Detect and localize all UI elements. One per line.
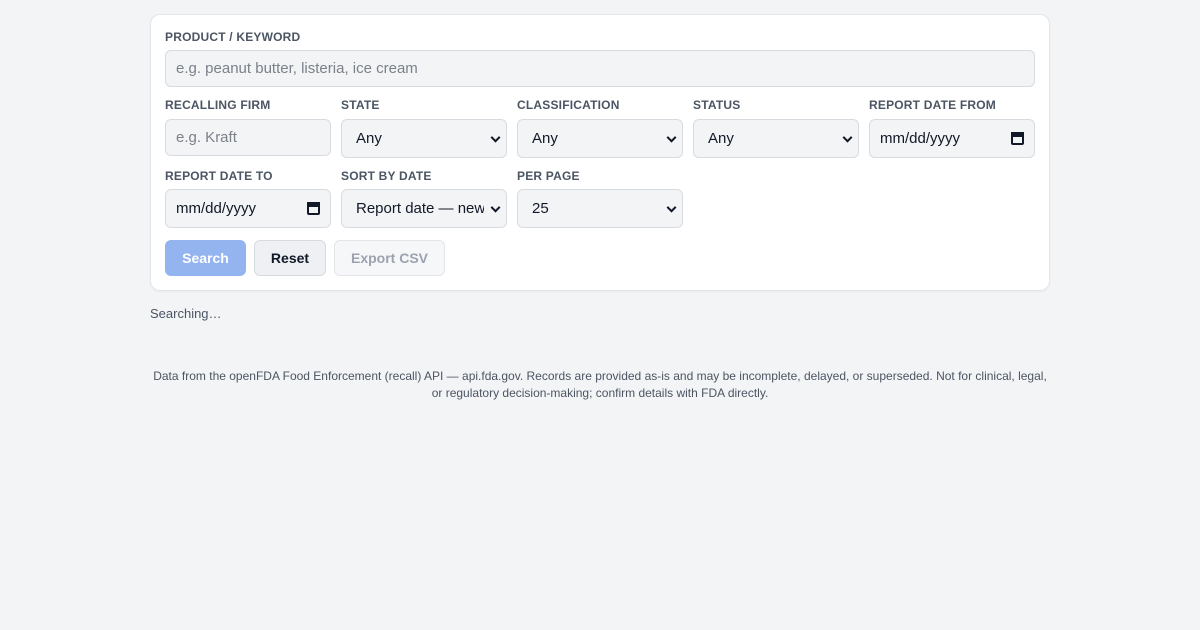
chevron-down-icon — [666, 132, 677, 143]
data-disclaimer: Data from the openFDA Food Enforcement (… — [153, 369, 1047, 400]
status-select[interactable]: Any — [693, 119, 859, 158]
reset-button[interactable]: Reset — [254, 240, 326, 276]
per-page-label: PER PAGE — [517, 169, 580, 183]
classification-label: CLASSIFICATION — [517, 98, 620, 112]
status-select-value: Any — [708, 130, 734, 147]
sort-select[interactable]: Report date — newest first — [341, 189, 507, 228]
date-from-input[interactable]: mm/dd/yyyy — [869, 119, 1035, 158]
sort-select-value: Report date — newest first — [356, 200, 484, 217]
state-select[interactable]: Any — [341, 119, 507, 158]
sort-label: SORT BY DATE — [341, 169, 432, 183]
export-csv-button[interactable]: Export CSV — [334, 240, 445, 276]
date-from-label: REPORT DATE FROM — [869, 98, 996, 112]
calendar-icon[interactable] — [307, 201, 320, 215]
firm-input[interactable]: e.g. Kraft — [165, 119, 331, 156]
chevron-down-icon — [490, 132, 501, 143]
search-button[interactable]: Search — [165, 240, 246, 276]
status-label: STATUS — [693, 98, 741, 112]
per-page-select[interactable]: 25 — [517, 189, 683, 228]
chevron-down-icon — [842, 132, 853, 143]
chevron-down-icon — [490, 202, 501, 213]
state-label: STATE — [341, 98, 380, 112]
chevron-down-icon — [666, 202, 677, 213]
search-status-text: Searching… — [150, 306, 222, 321]
firm-label: RECALLING FIRM — [165, 98, 271, 112]
keyword-label: PRODUCT / KEYWORD — [165, 30, 301, 44]
date-to-value: mm/dd/yyyy — [176, 200, 257, 217]
classification-select[interactable]: Any — [517, 119, 683, 158]
per-page-select-value: 25 — [532, 200, 549, 217]
classification-select-value: Any — [532, 130, 558, 147]
keyword-input[interactable]: e.g. peanut butter, listeria, ice cream — [165, 50, 1035, 87]
state-select-value: Any — [356, 130, 382, 147]
date-from-value: mm/dd/yyyy — [880, 130, 961, 147]
calendar-icon[interactable] — [1011, 131, 1024, 145]
date-to-input[interactable]: mm/dd/yyyy — [165, 189, 331, 228]
date-to-label: REPORT DATE TO — [165, 169, 273, 183]
